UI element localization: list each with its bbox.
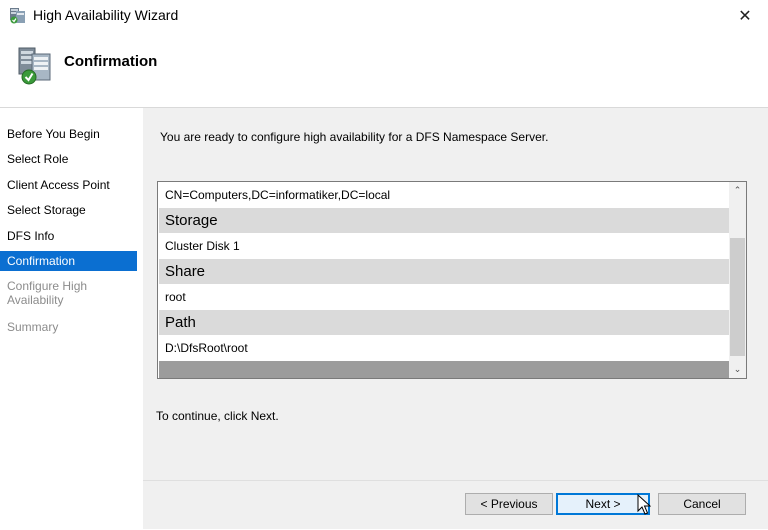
- nav-step-confirmation[interactable]: Confirmation: [0, 251, 137, 271]
- list-section-header: Storage: [159, 208, 729, 233]
- next-button[interactable]: Next >: [556, 493, 650, 515]
- wizard-footer: < Previous Next > Cancel: [143, 480, 768, 530]
- scrollbar-thumb[interactable]: [730, 238, 745, 356]
- nav-step-before-you-begin[interactable]: Before You Begin: [0, 124, 137, 144]
- nav-step-configure-high-availability: Configure High Availability: [7, 279, 88, 307]
- list-filler-row: [159, 361, 729, 378]
- wizard-steps-nav: Before You Begin Select Role Client Acce…: [0, 108, 143, 529]
- close-icon: ✕: [738, 7, 752, 25]
- wizard-server-icon: [18, 47, 51, 85]
- chevron-up-icon: ⌃: [733, 185, 742, 195]
- nav-step-dfs-info[interactable]: DFS Info: [0, 226, 137, 246]
- wizard-app-icon: [10, 8, 25, 24]
- intro-text: You are ready to configure high availabi…: [160, 130, 549, 144]
- cancel-button[interactable]: Cancel: [658, 493, 746, 515]
- window-title: High Availability Wizard: [33, 7, 179, 23]
- scroll-up-button[interactable]: ⌃: [729, 182, 746, 199]
- scroll-down-button[interactable]: ⌄: [729, 361, 746, 378]
- confirmation-list: CN=Computers,DC=informatiker,DC=local St…: [159, 183, 729, 378]
- wizard-content: You are ready to configure high availabi…: [143, 108, 768, 529]
- vertical-scrollbar[interactable]: ⌃ ⌄: [729, 182, 746, 378]
- nav-step-client-access-point[interactable]: Client Access Point: [0, 175, 137, 195]
- nav-step-select-role[interactable]: Select Role: [0, 149, 137, 169]
- list-item: root: [159, 285, 729, 310]
- nav-step-select-storage[interactable]: Select Storage: [0, 200, 137, 220]
- list-item: CN=Computers,DC=informatiker,DC=local: [159, 183, 729, 208]
- close-button[interactable]: ✕: [722, 0, 768, 31]
- list-item: Cluster Disk 1: [159, 234, 729, 259]
- chevron-down-icon: ⌄: [733, 364, 742, 374]
- list-section-header: Share: [159, 259, 729, 284]
- wizard-header: Confirmation: [0, 31, 768, 108]
- page-title: Confirmation: [64, 53, 158, 70]
- nav-step-summary: Summary: [7, 320, 59, 334]
- previous-button[interactable]: < Previous: [465, 493, 553, 515]
- list-item: D:\DfsRoot\root: [159, 336, 729, 361]
- continue-hint: To continue, click Next.: [156, 409, 279, 423]
- mouse-pointer-icon: [637, 494, 651, 515]
- title-bar: High Availability Wizard ✕: [0, 0, 768, 31]
- confirmation-listbox[interactable]: CN=Computers,DC=informatiker,DC=local St…: [157, 181, 747, 379]
- list-section-header: Path: [159, 310, 729, 335]
